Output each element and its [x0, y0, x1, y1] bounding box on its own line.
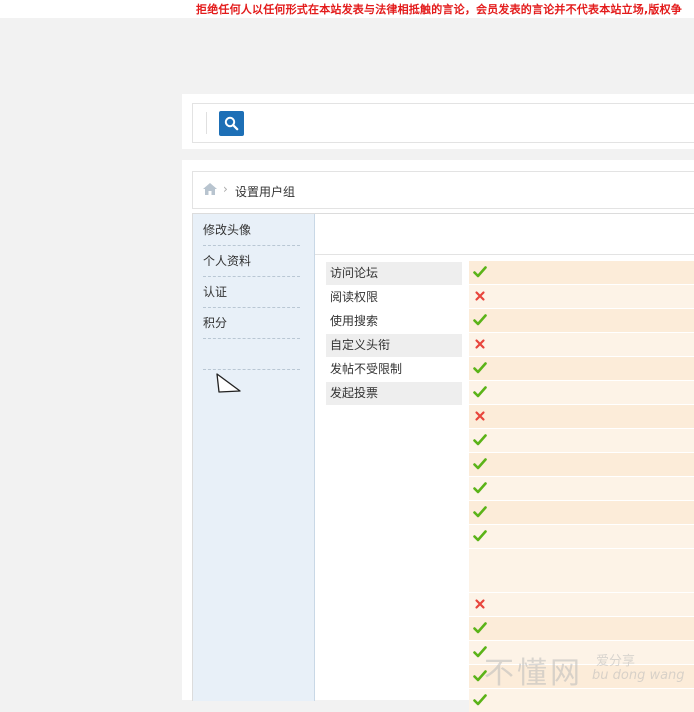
permission-row [469, 261, 694, 284]
permission-row [469, 405, 694, 428]
check-icon [473, 434, 487, 446]
notice-text: 拒绝任何人以任何形式在本站发表与法律相抵触的言论，会员发表的言论并不代表本站立场… [196, 3, 682, 16]
search-panel [182, 94, 694, 149]
permission-row [469, 309, 694, 332]
cross-icon [475, 339, 485, 349]
notice-bar: 拒绝任何人以任何形式在本站发表与法律相抵触的言论，会员发表的言论并不代表本站立场… [0, 0, 694, 18]
permission-row [469, 381, 694, 404]
main-panel: › 设置用户组 修改头像 个人资料 认证 积分 访问论坛 阅读权限 使用搜索 自… [182, 160, 694, 712]
check-icon [473, 458, 487, 470]
home-icon[interactable] [203, 183, 217, 195]
permission-row [469, 333, 694, 356]
check-icon [473, 670, 487, 682]
permission-row [469, 429, 694, 452]
perm-label: 阅读权限 [330, 290, 379, 304]
check-icon [473, 622, 487, 634]
sidebar-item-verify[interactable]: 认证 [203, 277, 300, 308]
breadcrumb-separator: › [223, 182, 228, 196]
perm-label: 使用搜索 [330, 314, 379, 328]
check-icon [473, 482, 487, 494]
permission-values [469, 261, 694, 712]
permission-row [469, 617, 694, 640]
check-icon [473, 362, 487, 374]
permission-row [469, 525, 694, 548]
permission-row [469, 593, 694, 616]
sidebar-divider [203, 369, 300, 370]
perm-label: 发帖不受限制 [330, 362, 403, 376]
perm-label: 访问论坛 [326, 262, 462, 285]
cross-icon [475, 411, 485, 421]
sidebar-item-credits[interactable]: 积分 [203, 308, 300, 339]
permission-row [469, 501, 694, 524]
search-button[interactable] [219, 111, 244, 136]
check-icon [473, 386, 487, 398]
search-input[interactable] [192, 103, 694, 143]
permission-row [469, 665, 694, 688]
permission-row [469, 285, 694, 308]
check-icon [473, 266, 487, 278]
permission-row [469, 641, 694, 664]
check-icon [473, 694, 487, 706]
check-icon [473, 530, 487, 542]
permission-row [469, 689, 694, 712]
permission-row [469, 549, 694, 592]
cross-icon [475, 291, 485, 301]
cursor-icon [216, 373, 241, 393]
perm-label: 发起投票 [326, 382, 462, 405]
breadcrumb-current: 设置用户组 [235, 185, 296, 199]
check-icon [473, 646, 487, 658]
permission-row [469, 357, 694, 380]
breadcrumb: › 设置用户组 [192, 171, 694, 209]
permission-row [469, 453, 694, 476]
sidebar-item-profile[interactable]: 个人资料 [203, 246, 300, 277]
sidebar-item-avatar[interactable]: 修改头像 [203, 215, 300, 246]
cross-icon [475, 599, 485, 609]
search-icon [224, 116, 239, 131]
sidebar: 修改头像 个人资料 认证 积分 [193, 214, 315, 701]
content-box: 修改头像 个人资料 认证 积分 访问论坛 阅读权限 使用搜索 自定义头衔 发帖不… [192, 213, 694, 712]
tabs-divider [315, 254, 694, 255]
check-icon [473, 506, 487, 518]
perm-label: 自定义头衔 [326, 334, 462, 357]
search-caret [206, 112, 207, 134]
check-icon [473, 314, 487, 326]
permission-row [469, 477, 694, 500]
